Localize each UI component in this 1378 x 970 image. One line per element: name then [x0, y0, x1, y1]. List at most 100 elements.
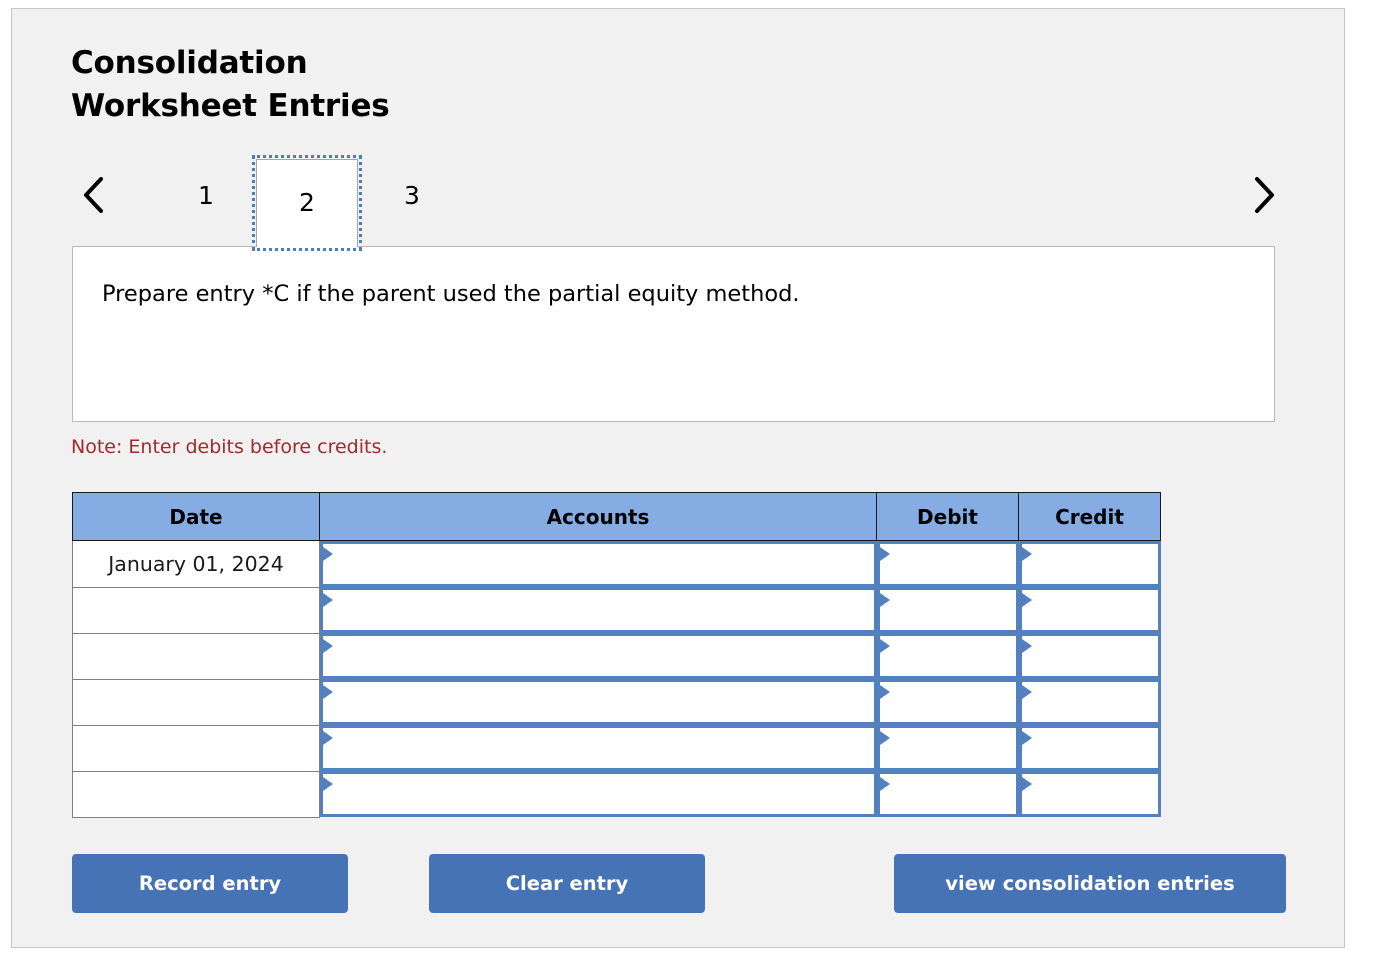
debit-input[interactable]	[877, 541, 1019, 587]
debit-cell	[877, 725, 1019, 771]
credit-input-value	[1022, 636, 1158, 647]
column-header-credit: Credit	[1019, 493, 1161, 541]
account-input[interactable]	[320, 679, 877, 725]
page-title-line-1: Consolidation	[71, 45, 307, 81]
account-input[interactable]	[320, 771, 877, 817]
dropdown-caret-icon	[880, 593, 890, 607]
page-number-1[interactable]: 1	[180, 159, 232, 231]
table-row	[73, 587, 1161, 633]
accounts-cell	[320, 587, 877, 633]
accounts-cell	[320, 725, 877, 771]
credit-input[interactable]	[1019, 679, 1161, 725]
account-input-value	[323, 682, 874, 693]
previous-page-button[interactable]	[71, 159, 117, 231]
credit-input[interactable]	[1019, 541, 1161, 587]
column-header-debit: Debit	[877, 493, 1019, 541]
credit-input-value	[1022, 728, 1158, 739]
debit-input-value	[880, 544, 1016, 555]
credit-input[interactable]	[1019, 633, 1161, 679]
account-input[interactable]	[320, 541, 877, 587]
dropdown-caret-icon	[880, 731, 890, 745]
page-number-1-label: 1	[198, 181, 214, 210]
table-row	[73, 725, 1161, 771]
dropdown-caret-icon	[880, 547, 890, 561]
credit-cell	[1019, 725, 1161, 771]
debit-cell	[877, 679, 1019, 725]
accounts-cell	[320, 541, 877, 588]
dropdown-caret-icon	[880, 685, 890, 699]
debit-cell	[877, 541, 1019, 588]
dropdown-caret-icon	[1022, 639, 1032, 653]
page-title-line-2: Worksheet Entries	[71, 85, 671, 128]
account-input-value	[323, 590, 874, 601]
credit-cell	[1019, 541, 1161, 588]
account-input[interactable]	[320, 633, 877, 679]
debit-input[interactable]	[877, 633, 1019, 679]
page-number-2-label: 2	[299, 188, 315, 217]
date-cell	[73, 771, 320, 817]
debit-input-value	[880, 636, 1016, 647]
page-title: Consolidation Worksheet Entries	[71, 42, 671, 128]
debit-input[interactable]	[877, 771, 1019, 817]
column-header-date: Date	[73, 493, 320, 541]
journal-entry-table: Date Accounts Debit Credit January 01, 2…	[72, 492, 1161, 818]
debit-cell	[877, 633, 1019, 679]
debit-input-value	[880, 728, 1016, 739]
debit-input-value	[880, 682, 1016, 693]
credit-input-value	[1022, 774, 1158, 785]
record-entry-button[interactable]: Record entry	[72, 854, 348, 913]
dropdown-caret-icon	[880, 777, 890, 791]
debit-input-value	[880, 590, 1016, 601]
table-row: January 01, 2024	[73, 541, 1161, 588]
credit-cell	[1019, 633, 1161, 679]
debit-input[interactable]	[877, 587, 1019, 633]
dropdown-caret-icon	[1022, 593, 1032, 607]
date-cell: January 01, 2024	[73, 541, 320, 588]
credit-cell	[1019, 587, 1161, 633]
question-panel: Prepare entry *C if the parent used the …	[72, 246, 1275, 422]
table-row	[73, 679, 1161, 725]
table-header-row: Date Accounts Debit Credit	[73, 493, 1161, 541]
dropdown-caret-icon	[323, 547, 333, 561]
credit-input[interactable]	[1019, 725, 1161, 771]
credit-cell	[1019, 771, 1161, 817]
account-input-value	[323, 636, 874, 647]
chevron-right-icon	[1250, 175, 1276, 215]
dropdown-caret-icon	[323, 777, 333, 791]
dropdown-caret-icon	[1022, 547, 1032, 561]
question-text: Prepare entry *C if the parent used the …	[102, 280, 1254, 308]
credit-cell	[1019, 679, 1161, 725]
table-row	[73, 771, 1161, 817]
dropdown-caret-icon	[323, 639, 333, 653]
debit-cell	[877, 587, 1019, 633]
date-cell	[73, 725, 320, 771]
dropdown-caret-icon	[1022, 685, 1032, 699]
column-header-accounts: Accounts	[320, 493, 877, 541]
account-input[interactable]	[320, 725, 877, 771]
dropdown-caret-icon	[880, 639, 890, 653]
accounts-cell	[320, 679, 877, 725]
credit-input-value	[1022, 682, 1158, 693]
credit-input-value	[1022, 590, 1158, 601]
page-number-3[interactable]: 3	[386, 159, 438, 231]
note-text: Note: Enter debits before credits.	[71, 436, 387, 458]
account-input-value	[323, 728, 874, 739]
clear-entry-button[interactable]: Clear entry	[429, 854, 705, 913]
credit-input-value	[1022, 544, 1158, 555]
dropdown-caret-icon	[1022, 777, 1032, 791]
credit-input[interactable]	[1019, 771, 1161, 817]
view-consolidation-entries-button[interactable]: view consolidation entries	[894, 854, 1286, 913]
date-cell	[73, 633, 320, 679]
account-input[interactable]	[320, 587, 877, 633]
page-number-2-selected[interactable]: 2	[256, 159, 358, 247]
debit-input[interactable]	[877, 725, 1019, 771]
pagination-bar: 1 2 3	[71, 159, 1286, 247]
debit-input[interactable]	[877, 679, 1019, 725]
worksheet-panel: Consolidation Worksheet Entries 1 2 3	[11, 8, 1345, 948]
date-cell	[73, 587, 320, 633]
credit-input[interactable]	[1019, 587, 1161, 633]
table-row	[73, 633, 1161, 679]
dropdown-caret-icon	[323, 685, 333, 699]
dropdown-caret-icon	[323, 731, 333, 745]
next-page-button[interactable]	[1240, 159, 1286, 231]
